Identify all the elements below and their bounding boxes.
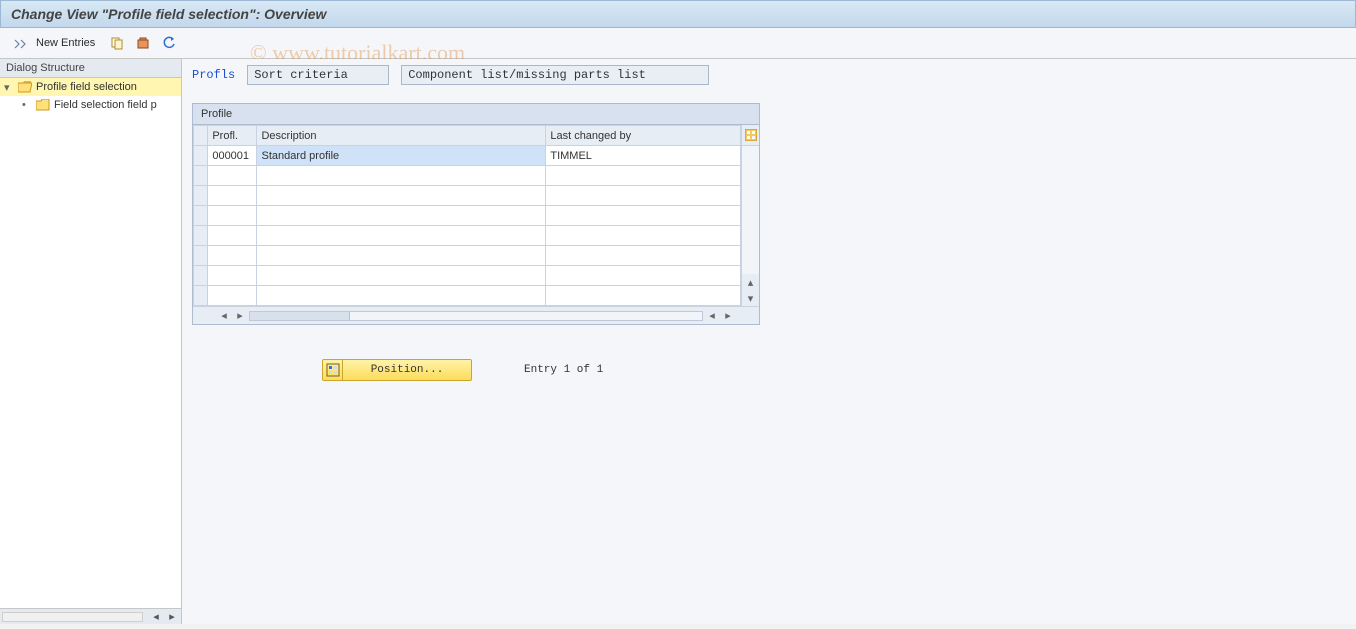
delete-icon[interactable]: [133, 34, 153, 52]
tree-node-profile-field-selection[interactable]: ▾ Profile field selection: [0, 78, 181, 96]
entry-count: Entry 1 of 1: [524, 364, 603, 376]
table-row[interactable]: [194, 166, 741, 186]
main-area: Profls Sort criteria Component list/miss…: [182, 59, 1356, 624]
toolbar: New Entries: [0, 28, 1356, 59]
table-row[interactable]: [194, 226, 741, 246]
tree-node-label: Profile field selection: [36, 81, 137, 93]
table-row[interactable]: [194, 186, 741, 206]
grid-title: Profile: [193, 104, 759, 125]
page-title: Change View "Profile field selection": O…: [0, 0, 1356, 28]
tree-node-field-selection[interactable]: • Field selection field p: [0, 96, 181, 114]
column-description[interactable]: Description: [257, 126, 546, 146]
column-profl[interactable]: Profl.: [208, 126, 257, 146]
row-selector-header[interactable]: [194, 126, 208, 146]
table-settings-icon[interactable]: [742, 125, 759, 146]
folder-icon: [36, 99, 50, 111]
scroll-down-icon[interactable]: ▾: [742, 290, 759, 306]
filter-row: Profls Sort criteria Component list/miss…: [192, 65, 1346, 85]
sort-criteria-field[interactable]: Sort criteria: [247, 65, 389, 85]
tree-bullet-icon: •: [22, 99, 32, 111]
table-row[interactable]: [194, 266, 741, 286]
folder-open-icon: [18, 81, 32, 93]
table-row[interactable]: [194, 286, 741, 306]
grid-vertical-scrollbar[interactable]: ▴ ▾: [741, 125, 759, 306]
scrollbar-track[interactable]: [2, 612, 143, 622]
scroll-right-icon[interactable]: ▸: [233, 309, 247, 322]
copy-icon[interactable]: [107, 34, 127, 52]
scroll-right-icon[interactable]: ▸: [721, 309, 735, 322]
cell-description[interactable]: Standard profile: [257, 146, 546, 166]
dialog-structure-title: Dialog Structure: [0, 59, 181, 78]
component-list-field[interactable]: Component list/missing parts list: [401, 65, 709, 85]
profile-table[interactable]: Profl. Description Last changed by 00000…: [193, 125, 741, 306]
tree-node-label: Field selection field p: [54, 99, 157, 111]
scroll-up-icon[interactable]: ▴: [742, 274, 759, 290]
position-button[interactable]: Position...: [322, 359, 472, 381]
scroll-right-icon[interactable]: ▸: [165, 611, 179, 623]
tree-expand-icon[interactable]: ▾: [4, 81, 14, 94]
dialog-structure-panel: Dialog Structure ▾ Profile field selecti…: [0, 59, 182, 624]
cell-last-changed[interactable]: TIMMEL: [546, 146, 741, 166]
cell-profl[interactable]: 000001: [208, 146, 257, 166]
scrollbar-track[interactable]: [249, 311, 703, 321]
scrollbar-track[interactable]: [742, 146, 759, 274]
new-entries-button[interactable]: New Entries: [36, 37, 95, 49]
table-row[interactable]: 000001 Standard profile TIMMEL: [194, 146, 741, 166]
table-row[interactable]: [194, 206, 741, 226]
column-last-changed[interactable]: Last changed by: [546, 126, 741, 146]
scroll-left-icon[interactable]: ◂: [217, 309, 231, 322]
position-icon: [323, 360, 343, 380]
tree[interactable]: ▾ Profile field selection • Field select…: [0, 78, 181, 608]
profile-grid: Profile Profl. Description Last changed …: [192, 103, 760, 325]
position-button-label: Position...: [343, 364, 471, 376]
table-row[interactable]: [194, 246, 741, 266]
grid-footer: Position... Entry 1 of 1: [192, 359, 1346, 381]
scroll-left-icon[interactable]: ◂: [705, 309, 719, 322]
expand-icon[interactable]: [10, 34, 30, 52]
scrollbar-thumb[interactable]: [250, 312, 350, 320]
grid-horizontal-scrollbar[interactable]: ◂ ▸ ◂ ▸: [193, 306, 759, 324]
row-selector[interactable]: [194, 146, 208, 166]
scroll-left-icon[interactable]: ◂: [149, 611, 163, 623]
undo-icon[interactable]: [159, 34, 179, 52]
profls-label: Profls: [192, 68, 235, 82]
sidebar-horizontal-scrollbar[interactable]: ◂ ▸: [0, 608, 181, 624]
